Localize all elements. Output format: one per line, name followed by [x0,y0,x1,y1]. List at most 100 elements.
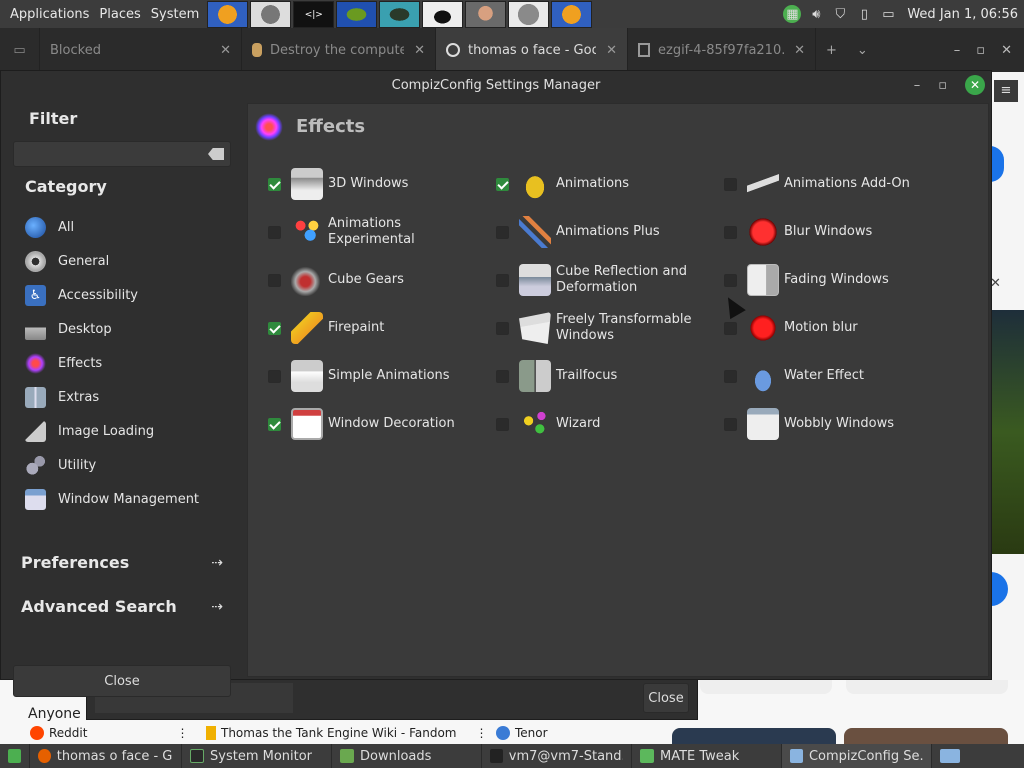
plugin-checkbox[interactable] [268,369,281,383]
task-terminal[interactable]: vm7@vm7-Stand... [482,744,632,768]
close-icon[interactable]: ✕ [414,43,425,58]
maximize-icon[interactable]: ▫ [976,43,985,58]
plugin-label[interactable]: Fading Windows [784,272,944,288]
plugin-label[interactable]: Firepaint [328,320,488,336]
window-decoration-icon[interactable] [291,408,323,440]
plugin-checkbox[interactable] [496,417,509,431]
plugin-checkbox[interactable] [496,273,509,287]
related-thumbnail[interactable] [672,728,836,744]
clipboard-icon[interactable]: ▯ [855,5,873,23]
related-thumbnail[interactable] [844,728,1008,744]
plugin-checkbox[interactable] [268,177,281,191]
bookmark-thomas-wiki[interactable]: Thomas the Tank Engine Wiki - Fandom ⋮ [206,726,488,740]
freely-transformable-icon[interactable] [519,312,551,344]
fish-green-launcher-icon[interactable] [336,0,378,28]
plugin-label[interactable]: Wobbly Windows [784,416,944,432]
plugin-checkbox[interactable] [496,369,509,383]
plugin-item[interactable]: 3D Windows [268,164,490,204]
terminal-launcher-icon[interactable]: <|> [293,0,335,28]
plugin-label[interactable]: Water Effect [784,368,944,384]
plugin-label[interactable]: Wizard [556,416,716,432]
clock[interactable]: Wed Jan 1, 06:56 [907,7,1018,22]
trailfocus-icon[interactable] [519,360,551,392]
plugin-label[interactable]: Window Decoration [328,416,488,432]
plugin-checkbox[interactable] [724,369,737,383]
browser-menu-icon[interactable]: ≡ [994,80,1018,102]
thomas-launcher-icon[interactable] [508,0,550,28]
task-downloads[interactable]: Downloads [332,744,482,768]
plugin-label[interactable]: Animations Add-On [784,176,944,192]
water-effect-icon[interactable] [747,360,779,392]
menu-places[interactable]: Places [99,0,140,28]
plugin-item[interactable]: Animations Experimental [268,212,490,252]
fish-launcher-icon[interactable] [207,0,249,28]
plugin-item[interactable]: Blur Windows [724,212,946,252]
animations-experimental-icon[interactable] [291,216,323,248]
plugin-label[interactable]: Trailfocus [556,368,716,384]
task-mate-tweak[interactable]: MATE Tweak [632,744,782,768]
menu-system[interactable]: System [151,0,199,28]
plugin-checkbox[interactable] [724,225,737,239]
plugin-item[interactable]: Animations Add-On [724,164,946,204]
plugin-item[interactable]: Animations [496,164,718,204]
task-ccsm[interactable]: CompizConfig Se... [782,744,932,768]
plugin-item[interactable]: Simple Animations [268,356,490,396]
minimize-icon[interactable]: – [914,78,921,93]
plugin-label[interactable]: Freely Transformable Windows [556,312,716,344]
volume-icon[interactable]: 🔊︎ [807,5,825,23]
plugin-item[interactable]: Wizard [496,404,718,444]
tab-ezgif[interactable]: ezgif-4-85f97fa210.p ✕ [628,28,816,72]
tab-overview-button[interactable]: ▭ [0,28,40,72]
close-button[interactable]: Close [643,683,689,713]
category-window-management[interactable]: Window Management [25,489,199,510]
plugin-checkbox[interactable] [496,225,509,239]
menu-applications[interactable]: Applications [10,0,89,28]
plugin-item[interactable]: Cube Gears [268,260,490,300]
more-icon[interactable]: ⋮ [476,726,488,740]
plugin-label[interactable]: Animations Experimental [328,216,488,248]
show-desktop-button[interactable] [0,744,30,768]
category-utility[interactable]: Utility [25,455,96,476]
plugin-item[interactable]: Water Effect [724,356,946,396]
fish-blue-launcher-icon[interactable] [379,0,421,28]
tab-destroy[interactable]: Destroy the computer ✕ [242,28,436,72]
shield-icon[interactable]: ⛉ [831,5,849,23]
plugin-label[interactable]: Simple Animations [328,368,488,384]
man-launcher-icon[interactable] [465,0,507,28]
plugin-label[interactable]: Cube Gears [328,272,488,288]
plugin-item[interactable]: Fading Windows [724,260,946,300]
tab-list-button[interactable]: ⌄ [847,28,878,72]
plugin-checkbox[interactable] [724,321,737,335]
plugin-item[interactable]: Motion blur [724,308,946,348]
close-icon[interactable]: ✕ [965,75,985,95]
category-accessibility[interactable]: ♿︎ Accessibility [25,285,138,306]
category-image-loading[interactable]: Image Loading [25,421,154,442]
plugin-checkbox[interactable] [496,177,509,191]
close-icon[interactable]: ✕ [220,43,231,58]
close-button[interactable]: Close [13,665,231,697]
category-desktop[interactable]: Desktop [25,319,112,340]
plugin-checkbox[interactable] [724,177,737,191]
new-tab-button[interactable]: + [816,28,847,72]
plugin-item[interactable]: Wobbly Windows [724,404,946,444]
3d-windows-icon[interactable] [291,168,323,200]
app-tray-icon[interactable]: ▦ [783,5,802,23]
cube-reflection-icon[interactable] [519,264,551,296]
window-titlebar[interactable]: CompizConfig Settings Manager – ▫ ✕ [1,71,991,99]
preferences-link[interactable]: Preferences [21,553,129,572]
plugin-checkbox[interactable] [496,321,509,335]
blur-windows-icon[interactable] [747,216,779,248]
penguin-launcher-icon[interactable] [422,0,464,28]
plugin-item[interactable]: Trailfocus [496,356,718,396]
bookmark-reddit[interactable]: Reddit ⋮ [30,726,188,740]
tab-blocked[interactable]: Blocked ✕ [40,28,242,72]
category-effects[interactable]: Effects [25,353,102,374]
task-system-monitor[interactable]: System Monitor [182,744,332,768]
plugin-label[interactable]: Blur Windows [784,224,944,240]
gorilla-launcher-icon[interactable] [250,0,292,28]
plugin-label[interactable]: 3D Windows [328,176,488,192]
category-extras[interactable]: Extras [25,387,99,408]
fading-windows-icon[interactable] [747,264,779,296]
advanced-search-link[interactable]: Advanced Search [21,597,177,616]
plugin-label[interactable]: Animations Plus [556,224,716,240]
